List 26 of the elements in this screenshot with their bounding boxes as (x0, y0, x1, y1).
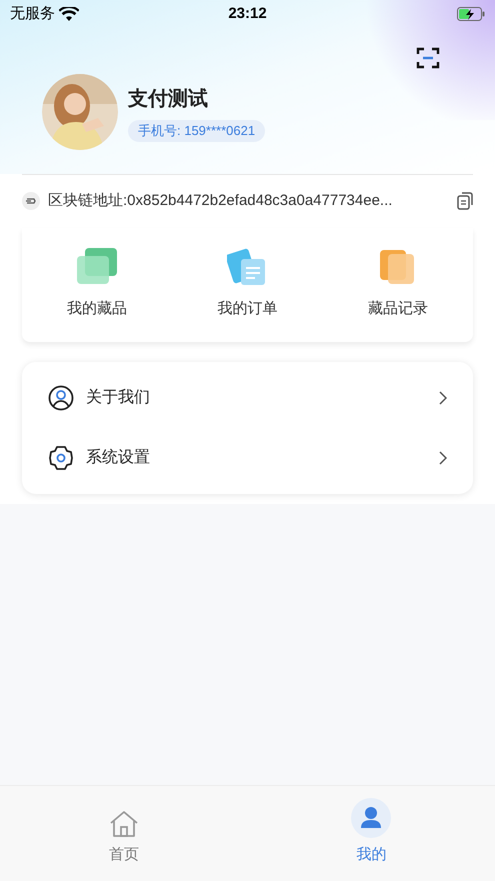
settings-icon (48, 445, 74, 471)
copy-icon[interactable] (457, 192, 473, 210)
cards-icon (77, 248, 118, 284)
chain-icon (22, 192, 40, 210)
user-circle-icon (48, 385, 74, 411)
clipboard-icon (227, 246, 268, 284)
chevron-right-icon (439, 451, 447, 465)
clock-text: 23:12 (228, 4, 267, 24)
stack-icon (380, 248, 416, 284)
scan-icon[interactable] (416, 46, 440, 70)
shortcut-button[interactable]: 我的订单 (172, 246, 323, 320)
wifi-icon (59, 7, 79, 21)
blockchain-address: 区块链地址:0x852b4472b2efad48c3a0a477734ee... (48, 191, 394, 211)
battery-icon (457, 7, 485, 21)
menu-item[interactable]: 关于我们 (22, 368, 473, 428)
user-icon (351, 798, 392, 838)
user-name: 支付测试 (128, 87, 208, 112)
home-icon (108, 810, 139, 838)
tab-item[interactable]: 首页 (0, 798, 248, 881)
carrier-text: 无服务 (10, 4, 55, 24)
shortcut-button[interactable]: 藏品记录 (322, 246, 473, 320)
shortcut-button[interactable]: 我的藏品 (22, 246, 172, 320)
menu-item[interactable]: 系统设置 (22, 428, 473, 488)
phone-tag: 手机号: 159****0621 (128, 120, 266, 142)
tab-item[interactable]: 我的 (248, 798, 495, 881)
chevron-right-icon (439, 391, 447, 405)
